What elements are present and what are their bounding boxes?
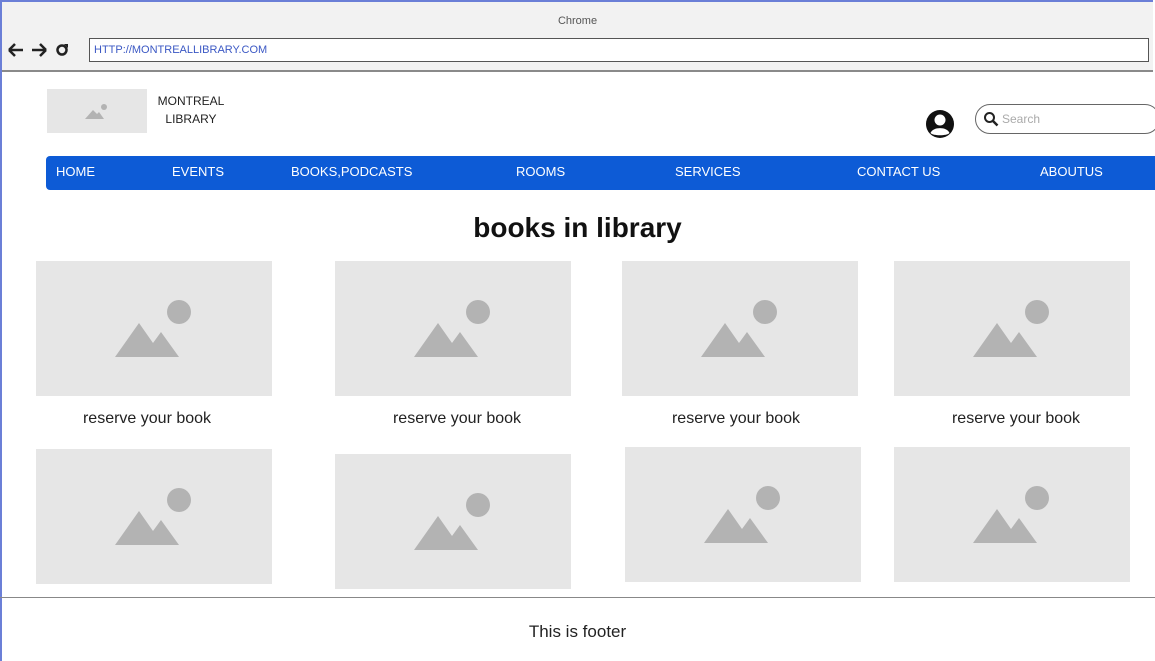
image-placeholder-icon (115, 299, 191, 357)
book-image-placeholder[interactable] (36, 261, 272, 396)
reserve-book-link[interactable]: reserve your book (335, 410, 579, 428)
reserve-book-link[interactable]: reserve your book (622, 410, 850, 428)
browser-titlebar: Chrome HTTP://MONTREALLIBRARY.COM (2, 2, 1153, 72)
image-placeholder-icon (115, 487, 191, 545)
logo-image-placeholder (47, 89, 147, 133)
browser-nav-buttons (6, 40, 72, 60)
nav-item-contact-us[interactable]: CONTACT US (857, 164, 940, 179)
image-placeholder-icon (973, 299, 1049, 357)
library-logo-text[interactable]: MONTREAL LIBRARY (150, 92, 232, 128)
search-placeholder: Search (1002, 112, 1041, 126)
nav-item-about-us[interactable]: ABOUTUS (1040, 164, 1103, 179)
reload-icon[interactable] (52, 40, 72, 60)
image-placeholder-icon (414, 492, 490, 550)
image-placeholder-icon (973, 485, 1049, 543)
browser-title: Chrome (557, 15, 598, 27)
footer-divider (0, 597, 1155, 598)
book-image-placeholder[interactable] (622, 261, 858, 396)
book-image-placeholder[interactable] (894, 447, 1130, 582)
back-arrow-icon[interactable] (6, 40, 26, 60)
logo-line2: LIBRARY (165, 112, 217, 126)
address-bar[interactable]: HTTP://MONTREALLIBRARY.COM (89, 38, 1149, 62)
logo-line1: MONTREAL (157, 94, 225, 108)
image-placeholder-icon (701, 299, 777, 357)
main-navigation: HOME EVENTS BOOKS,PODCASTS ROOMS SERVICE… (46, 156, 1155, 190)
book-image-placeholder[interactable] (335, 454, 571, 589)
reserve-book-link[interactable]: reserve your book (900, 410, 1132, 428)
search-input[interactable]: Search (975, 104, 1155, 134)
nav-item-books-podcasts[interactable]: BOOKS,PODCASTS (291, 164, 412, 179)
image-placeholder-icon (704, 485, 780, 543)
search-icon (984, 112, 999, 127)
nav-item-home[interactable]: HOME (56, 164, 95, 179)
user-account-icon[interactable] (925, 109, 955, 139)
nav-item-rooms[interactable]: ROOMS (516, 164, 565, 179)
footer-text: This is footer (528, 622, 627, 641)
book-image-placeholder[interactable] (36, 449, 272, 584)
image-placeholder-icon (414, 299, 490, 357)
image-placeholder-icon (85, 104, 107, 119)
reserve-book-link[interactable]: reserve your book (36, 410, 258, 428)
book-image-placeholder[interactable] (335, 261, 571, 396)
forward-arrow-icon[interactable] (29, 40, 49, 60)
page-title: books in library (473, 212, 682, 243)
book-image-placeholder[interactable] (894, 261, 1130, 396)
nav-item-events[interactable]: EVENTS (172, 164, 224, 179)
book-image-placeholder[interactable] (625, 447, 861, 582)
nav-item-services[interactable]: SERVICES (675, 164, 741, 179)
